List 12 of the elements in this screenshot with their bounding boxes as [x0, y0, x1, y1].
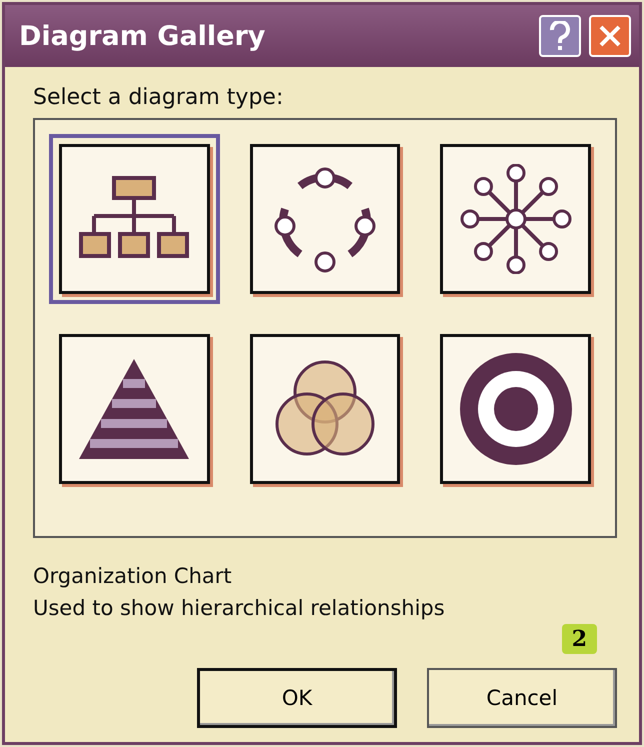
- callout-badge: 2: [562, 624, 597, 654]
- close-button[interactable]: [589, 15, 631, 57]
- prompt-label: Select a diagram type:: [33, 85, 284, 110]
- help-button[interactable]: [539, 15, 581, 57]
- diagram-name: Organization Chart: [33, 564, 232, 588]
- cancel-button[interactable]: Cancel: [427, 668, 617, 728]
- help-icon: [549, 21, 571, 51]
- diagram-tile[interactable]: [49, 134, 220, 304]
- diagram-description: Used to show hierarchical relationships: [33, 596, 445, 620]
- ok-button[interactable]: OK: [197, 668, 397, 728]
- close-icon: [598, 24, 622, 48]
- window-title: Diagram Gallery: [19, 20, 266, 52]
